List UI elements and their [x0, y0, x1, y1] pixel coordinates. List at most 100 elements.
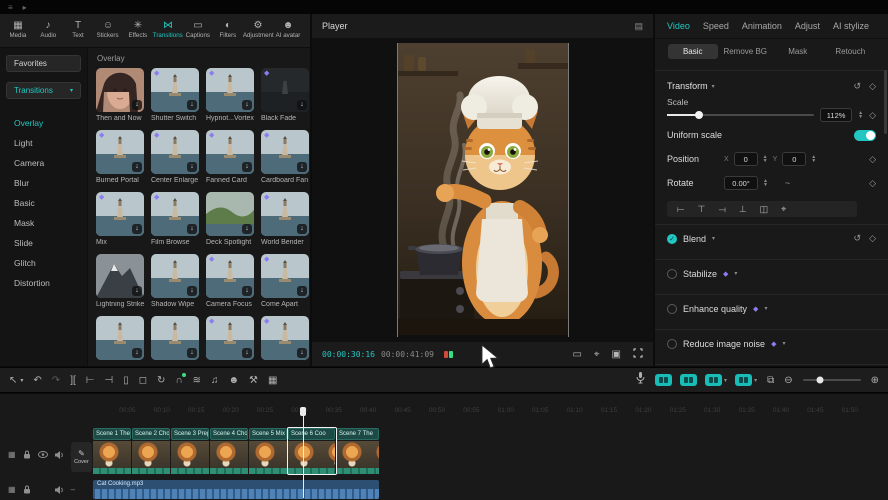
align-top-icon[interactable]: ⊥ [739, 204, 747, 215]
timeline-zoom-slider[interactable] [803, 379, 861, 381]
quality-icon[interactable]: ▣ [612, 349, 621, 360]
transitions-dropdown[interactable]: Transitions ▾ [6, 82, 81, 99]
enhance-quality-expand-icon[interactable]: ▾ [764, 305, 767, 312]
rotate-dial-icon[interactable]: ~ [785, 178, 790, 188]
sidebar-item-distortion[interactable]: Distortion [0, 273, 87, 293]
transition-card-fanned-card[interactable]: ◆ ↓ [206, 130, 254, 174]
transition-card-film-browse[interactable]: ◆ ↓ [151, 192, 199, 236]
timeline-ruler[interactable]: 00:0500:1000:1500:2000:2500:3000:3500:40… [93, 407, 888, 419]
playhead-handle[interactable] [300, 407, 306, 416]
select-tool-icon[interactable]: ↖ [9, 375, 17, 386]
transition-card-cardboard-fan[interactable]: ◆ ↓ [261, 130, 309, 174]
blend-checkbox[interactable]: ✓ [667, 234, 677, 244]
tab-video[interactable]: Video [667, 21, 690, 31]
scale-slider-knob[interactable] [695, 111, 703, 119]
transition-card-mix[interactable]: ◆ ↓ [96, 192, 144, 236]
undo-icon[interactable]: ↶ [33, 375, 41, 386]
transition-card-transition[interactable]: ↓ [151, 316, 199, 360]
menu-icon[interactable]: ≡ [8, 3, 13, 12]
transform-collapse-icon[interactable]: ▾ [712, 83, 715, 90]
video-preview[interactable] [397, 43, 569, 337]
toolbar-stickers[interactable]: ☺ Stickers [93, 21, 123, 40]
scene-marker-scene-1-the[interactable]: Scene 1 The [93, 428, 131, 440]
delete-icon[interactable]: ▯ [123, 375, 129, 386]
home-icon[interactable]: ▸ [23, 3, 27, 12]
blend-keyframe-icon[interactable]: ◇ [869, 233, 876, 244]
transition-card-burned-portal[interactable]: ◆ ↓ [96, 130, 144, 174]
position-x-value[interactable]: 0 [734, 152, 758, 166]
mirror-icon[interactable]: ▭ [572, 349, 581, 360]
toolbar-text[interactable]: T Text [63, 21, 93, 40]
video-clip-scene-6-coo[interactable] [288, 441, 335, 474]
transition-card-transition[interactable]: ↓ [96, 316, 144, 360]
eye-icon[interactable] [38, 451, 48, 458]
scene-marker-scene-2-cho[interactable]: Scene 2 Cho [132, 428, 170, 440]
align-left-icon[interactable]: ⟝ [677, 204, 684, 215]
sidebar-item-basic[interactable]: Basic [0, 193, 87, 213]
toolbar-ai-avatar[interactable]: ☻ AI avatar [273, 21, 303, 40]
reverse-icon[interactable]: ↻ [157, 375, 165, 386]
audio-waveform[interactable] [93, 489, 379, 499]
toolbar-captions[interactable]: ▭ Captions [183, 21, 213, 40]
transition-card-hypnot-vortex[interactable]: ◆ ↓ [206, 68, 254, 112]
video-clip-scene-2-cho[interactable] [132, 441, 170, 474]
scene-marker-scene-7-the[interactable]: Scene 7 The [336, 428, 379, 440]
align-middle-icon[interactable]: ◫ [760, 204, 769, 215]
cover-button[interactable]: ✎ Cover [71, 442, 92, 472]
audio-clip[interactable]: Cat Cooking.mp3 [93, 480, 379, 489]
transition-card-transition[interactable]: ◆ ↓ [206, 316, 254, 360]
keyboard-shortcuts-icon[interactable]: ▦ [268, 375, 277, 386]
portrait-tool-icon[interactable]: ☻ [228, 375, 239, 386]
toolbar-media[interactable]: ▦ Media [3, 21, 33, 40]
speaker-icon[interactable] [55, 451, 64, 459]
sidebar-item-glitch[interactable]: Glitch [0, 253, 87, 273]
tab-speed[interactable]: Speed [703, 21, 729, 31]
subtab-remove-bg[interactable]: Remove BG [721, 44, 771, 59]
timeline-zoom-out-icon[interactable]: ⊖ [784, 375, 792, 386]
delete-right-icon[interactable]: ⊣ [104, 375, 113, 386]
inspector-scrollbar[interactable] [884, 70, 887, 134]
snap-magnet-icon[interactable]: ∩ [175, 375, 182, 386]
track-magnet-toggle[interactable] [735, 374, 752, 386]
video-clip-scene-7-the[interactable] [336, 441, 379, 474]
toolbar-effects[interactable]: ✳ Effects [123, 21, 153, 40]
transition-card-center-enlarge[interactable]: ◆ ↓ [151, 130, 199, 174]
transition-card-camera-focus[interactable]: ◆ ↓ [206, 254, 254, 298]
auto-snap-toggle-dropdown-icon[interactable]: ▾ [724, 377, 727, 384]
freeze-frame-icon[interactable]: ◻ [139, 375, 147, 386]
scene-marker-scene-5-mix[interactable]: Scene 5 Mix [249, 428, 287, 440]
transition-card-deck-spotlight[interactable]: ↓ [206, 192, 254, 236]
transition-card-black-fade[interactable]: ◆ ↓ [261, 68, 309, 112]
select-tool-dropdown-icon[interactable]: ▾ [20, 377, 23, 384]
fullscreen-icon[interactable] [633, 348, 643, 360]
sidebar-item-blur[interactable]: Blur [0, 173, 87, 193]
position-y-stepper[interactable]: ▲▼ [811, 155, 816, 163]
tab-animation[interactable]: Animation [742, 21, 782, 31]
video-clip-scene-1-the[interactable] [93, 441, 131, 474]
toolbar-transitions[interactable]: ⋈ Transitions [153, 21, 183, 40]
scene-marker-scene-4-cho[interactable]: Scene 4 Cho [210, 428, 248, 440]
transition-card-world-bender[interactable]: ◆ ↓ [261, 192, 309, 236]
video-clip-scene-5-mix[interactable] [249, 441, 287, 474]
tab-adjust[interactable]: Adjust [795, 21, 820, 31]
toolbar-audio[interactable]: ♪ Audio [33, 21, 63, 40]
track-magnet-toggle-dropdown-icon[interactable]: ▾ [754, 377, 757, 384]
subtab-retouch[interactable]: Retouch [826, 44, 876, 59]
uniform-scale-toggle[interactable] [854, 130, 876, 141]
lock-icon[interactable] [23, 450, 31, 459]
favorites-button[interactable]: Favorites [6, 55, 81, 72]
stabilize-checkbox[interactable] [667, 269, 677, 279]
sidebar-item-light[interactable]: Light [0, 133, 87, 153]
transition-card-lightning-strike[interactable]: ↓ [96, 254, 144, 298]
reduce-image-noise-checkbox[interactable] [667, 339, 677, 349]
lock-icon[interactable] [23, 485, 31, 494]
transition-tool-icon[interactable]: ≋ [193, 375, 201, 386]
scale-keyframe-icon[interactable]: ◇ [869, 110, 876, 121]
stabilize-expand-icon[interactable]: ▾ [734, 270, 737, 277]
split-icon[interactable]: ][ [70, 375, 76, 386]
player-canvas[interactable] [312, 39, 653, 341]
subtab-basic[interactable]: Basic [668, 44, 718, 59]
audio-tool-icon[interactable]: ♫ [211, 375, 219, 386]
rotate-stepper[interactable]: ▲▼ [763, 179, 768, 187]
transform-keyframe-icon[interactable]: ◇ [869, 81, 876, 92]
